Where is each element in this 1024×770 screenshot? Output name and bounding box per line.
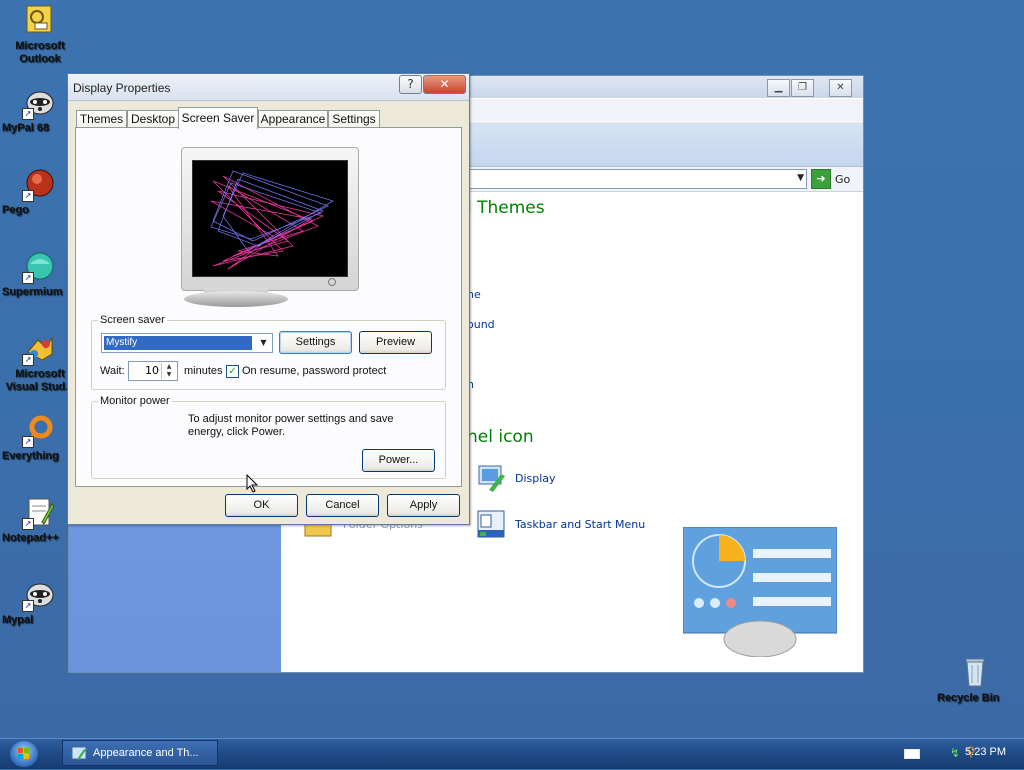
desktop-icon-recycle-bin[interactable]: Recycle Bin [937, 656, 1013, 704]
monitor-base [184, 291, 288, 307]
group-label: Monitor power [98, 395, 172, 407]
power-button[interactable]: Power... [362, 449, 435, 472]
dialog-titlebar[interactable]: Display Properties ? ✕ [68, 74, 469, 101]
desktop-icon-label: Pego [2, 204, 29, 216]
minutes-label: minutes [184, 365, 223, 377]
shortcut-arrow-icon: ↗ [22, 354, 34, 366]
desktop-icon-mypal[interactable]: ↗ Mypal [2, 578, 78, 626]
clock[interactable]: 5:23 PM [965, 746, 1006, 758]
display-properties-dialog[interactable]: Display Properties ? ✕ Themes Desktop Sc… [67, 73, 470, 525]
windows-logo-icon [18, 748, 29, 759]
go-arrow-icon: ➔ [811, 169, 831, 189]
desktop-icon-label: Everything [2, 450, 59, 462]
visual-studio-icon: ↗ [22, 332, 56, 366]
taskbar-start-menu-icon [477, 510, 505, 538]
dialog-title: Display Properties [73, 81, 171, 95]
go-label: Go [835, 172, 851, 186]
recycle-bin-icon [959, 656, 991, 688]
wait-minutes-stepper[interactable]: 10 ▲ ▼ [128, 361, 178, 381]
address-input[interactable]: ▼ [465, 169, 807, 189]
desktop-icon-outlook[interactable]: Microsoft Outlook [2, 4, 78, 65]
screen-saver-panel: Screen saver Mystify ▼ Settings Preview … [75, 127, 462, 487]
tab-screen-saver[interactable]: Screen Saver [178, 107, 258, 129]
keyboard-icon[interactable] [904, 749, 920, 759]
shortcut-arrow-icon: ↗ [22, 600, 34, 612]
pego-icon: ↗ [22, 168, 56, 202]
mouse-cursor-icon [246, 473, 259, 496]
taskbar: Appearance and Th... ↯ ⚲ 5:23 PM [0, 738, 1024, 769]
network-icon[interactable]: ↯ [950, 746, 960, 760]
desktop-icon-label: Microsoft Outlook [15, 40, 65, 65]
section-heading-icon: nel icon [467, 427, 534, 447]
taskbar-button-appearance-themes[interactable]: Appearance and Th... [62, 740, 218, 766]
taskbar-button-label: Appearance and Th... [93, 747, 199, 759]
minimize-button[interactable]: ▁ [767, 79, 790, 97]
shortcut-arrow-icon: ↗ [22, 108, 34, 120]
desktop-icon-label: Supermium [2, 286, 63, 298]
password-protect-label: On resume, password protect [242, 365, 387, 377]
monitor-preview [181, 147, 359, 291]
control-panel-item-label: Taskbar and Start Menu [515, 517, 646, 531]
preview-button[interactable]: Preview [359, 331, 432, 354]
go-button[interactable]: ➔ Go [811, 169, 850, 189]
chevron-down-icon[interactable]: ▼ [256, 335, 271, 350]
supermium-icon: ↗ [22, 250, 56, 284]
desktop: Microsoft Outlook ↗ MyPal 68 ↗ Pego ↗ Su… [0, 0, 1024, 738]
control-panel-icon [71, 746, 87, 760]
chevron-down-icon[interactable]: ▼ [162, 371, 176, 379]
section-heading-themes: l Themes [467, 198, 545, 218]
task-link[interactable]: ound [467, 318, 495, 331]
raccoon-icon: ↗ [22, 578, 56, 612]
cancel-button[interactable]: Cancel [306, 494, 379, 517]
notepadpp-icon: ↗ [22, 496, 56, 530]
ok-button[interactable]: OK [225, 494, 298, 517]
power-led-icon [328, 278, 336, 286]
shortcut-arrow-icon: ↗ [22, 272, 34, 284]
desktop-icon-label: Mypal [2, 614, 34, 626]
wait-label: Wait: [100, 365, 125, 377]
close-button[interactable]: ✕ [423, 75, 466, 94]
screen-saver-settings-button[interactable]: Settings [279, 331, 352, 354]
tab-settings[interactable]: Settings [328, 110, 380, 128]
control-panel-item-display[interactable]: Display [475, 462, 556, 494]
group-label: Screen saver [98, 314, 167, 326]
chevron-up-icon[interactable]: ▲ [162, 363, 176, 371]
control-panel-item-label: Display [515, 471, 556, 485]
tab-desktop[interactable]: Desktop [127, 110, 179, 128]
raccoon-icon: ↗ [22, 86, 56, 120]
close-button[interactable]: ✕ [829, 79, 852, 97]
system-tray: ↯ ⚲ 5:23 PM [874, 739, 1024, 769]
control-panel-item-taskbar[interactable]: Taskbar and Start Menu [475, 508, 645, 540]
start-button[interactable] [10, 741, 38, 767]
stepper-arrows[interactable]: ▲ ▼ [161, 363, 176, 379]
desktop-icon-label: Notepad++ [2, 532, 59, 544]
shortcut-arrow-icon: ↗ [22, 190, 34, 202]
appearance-illustration [682, 526, 838, 658]
tab-appearance[interactable]: Appearance [258, 110, 328, 128]
display-icon [478, 465, 505, 492]
password-protect-checkbox[interactable]: ✓ [226, 365, 239, 378]
shortcut-arrow-icon: ↗ [22, 518, 34, 530]
wait-value: 10 [145, 364, 159, 377]
help-button[interactable]: ? [399, 75, 422, 94]
tab-themes[interactable]: Themes [76, 110, 127, 128]
outlook-icon [24, 4, 56, 36]
maximize-button[interactable]: ❐ [791, 79, 814, 97]
selected-screen-saver: Mystify [104, 336, 252, 350]
monitor-power-description: To adjust monitor power settings and sav… [188, 413, 394, 438]
desktop-icon-label: Recycle Bin [937, 692, 1000, 704]
shortcut-arrow-icon: ↗ [22, 436, 34, 448]
everything-search-icon: ↗ [22, 414, 56, 448]
chevron-down-icon[interactable]: ▼ [797, 173, 804, 183]
screen-saver-preview [192, 160, 348, 277]
screen-saver-select[interactable]: Mystify ▼ [101, 333, 273, 353]
apply-button[interactable]: Apply [387, 494, 460, 517]
desktop-icon-label: MyPal 68 [2, 122, 50, 134]
